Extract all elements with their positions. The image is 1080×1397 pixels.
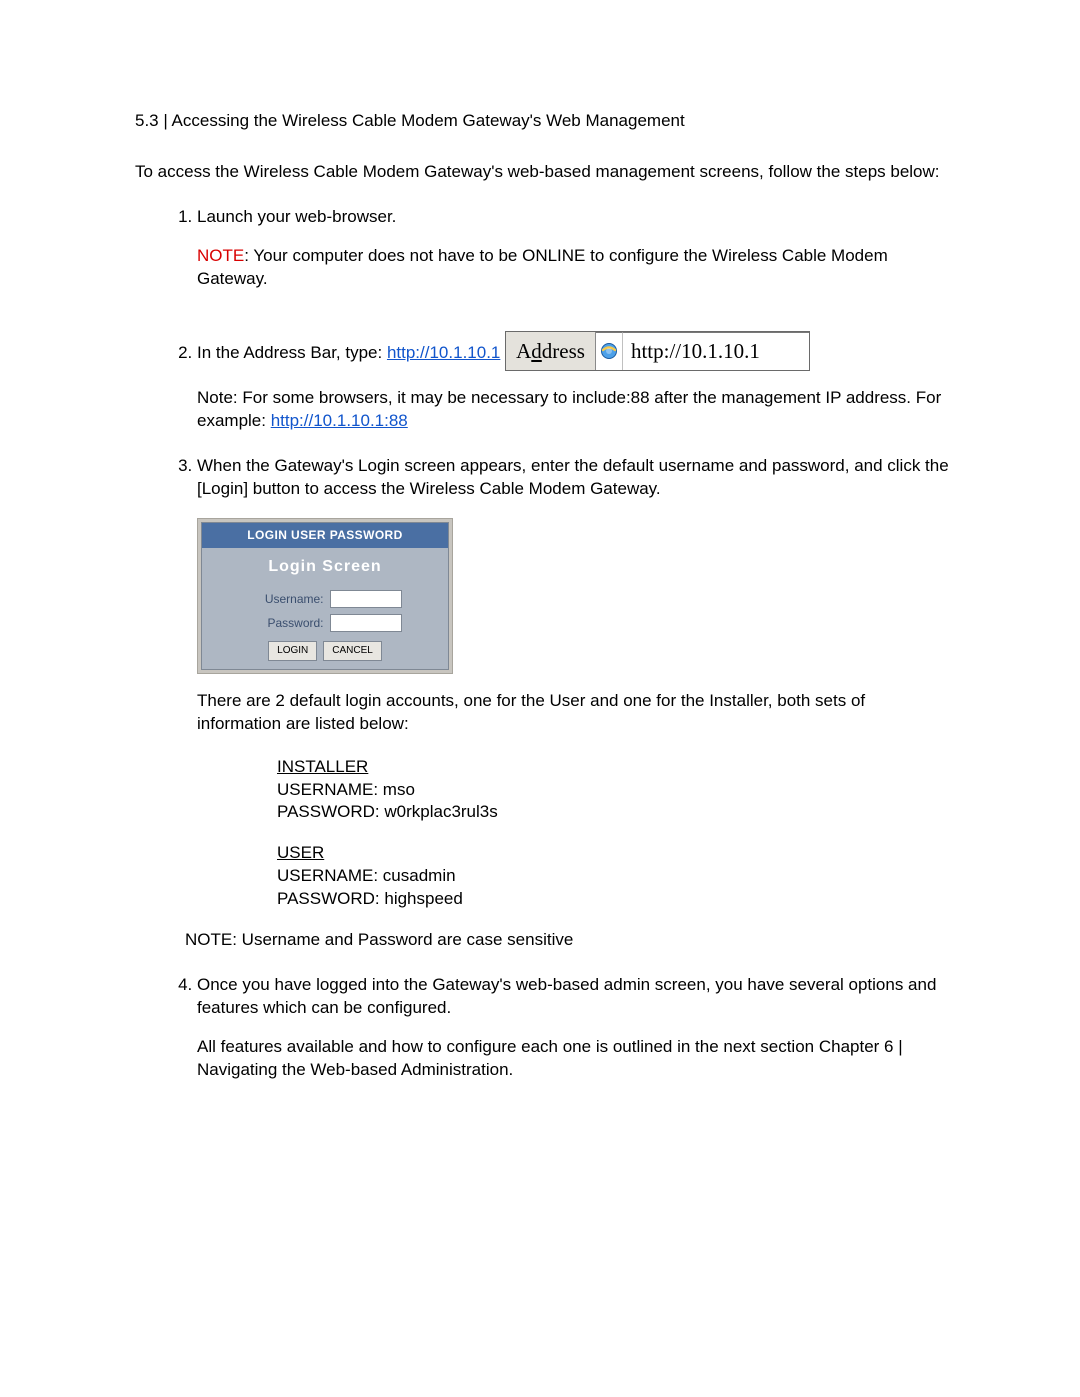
user-heading: USER [277, 842, 950, 865]
step-3-text: When the Gateway's Login screen appears,… [197, 456, 949, 498]
note-label: NOTE [197, 246, 244, 265]
step-1-text: Launch your web-browser. [197, 207, 396, 226]
intro-paragraph: To access the Wireless Cable Modem Gatew… [135, 161, 950, 184]
step-1: Launch your web-browser. NOTE: Your comp… [197, 206, 950, 291]
user-username: USERNAME: cusadmin [277, 865, 950, 888]
address-bar-url: http://10.1.10.1 [623, 332, 809, 370]
login-username-row: Username: [202, 587, 448, 611]
case-sensitive-note: NOTE: Username and Password are case sen… [185, 929, 950, 952]
cancel-button[interactable]: CANCEL [323, 641, 382, 661]
password-label: Password: [249, 615, 324, 631]
installer-password: PASSWORD: w0rkplac3rul3s [277, 801, 950, 824]
password-input[interactable] [330, 614, 402, 632]
step-2-lead: In the Address Bar, type: [197, 343, 387, 362]
login-password-row: Password: [202, 611, 448, 635]
step-3: When the Gateway's Login screen appears,… [197, 455, 950, 953]
step-4-text-1: Once you have logged into the Gateway's … [197, 975, 936, 1017]
address-bar-mock: Address http://10.1.10.1 [505, 331, 810, 371]
login-screen-mock: LOGIN USER PASSWORD Login Screen Usernam… [197, 518, 453, 673]
step-4-text-2: All features available and how to config… [197, 1036, 950, 1082]
installer-username: USERNAME: mso [277, 779, 950, 802]
note-text: : Your computer does not have to be ONLI… [197, 246, 888, 288]
step-2-note: Note: For some browsers, it may be neces… [197, 387, 950, 433]
credentials-block: INSTALLER USERNAME: mso PASSWORD: w0rkpl… [277, 756, 950, 912]
step-2-url-link[interactable]: http://10.1.10.1 [387, 343, 500, 362]
login-button[interactable]: LOGIN [268, 641, 317, 661]
ie-icon [596, 332, 623, 370]
username-input[interactable] [330, 590, 402, 608]
step-3-after-text: There are 2 default login accounts, one … [197, 690, 950, 736]
installer-heading: INSTALLER [277, 756, 950, 779]
addr-label-post: dress [542, 337, 585, 365]
user-credentials: USER USERNAME: cusadmin PASSWORD: highsp… [277, 842, 950, 911]
login-bar-title: LOGIN USER PASSWORD [202, 523, 448, 547]
step-4: Once you have logged into the Gateway's … [197, 974, 950, 1082]
installer-credentials: INSTALLER USERNAME: mso PASSWORD: w0rkpl… [277, 756, 950, 825]
section-heading: 5.3 | Accessing the Wireless Cable Modem… [135, 110, 950, 133]
steps-list: Launch your web-browser. NOTE: Your comp… [135, 206, 950, 1082]
addr-label-pre: A [516, 337, 531, 365]
step-2-note-url-link[interactable]: http://10.1.10.1:88 [271, 411, 408, 430]
user-password: PASSWORD: highspeed [277, 888, 950, 911]
addr-label-underline: d [531, 337, 542, 365]
step-1-note: NOTE: Your computer does not have to be … [197, 245, 950, 291]
login-title: Login Screen [202, 548, 448, 588]
step-2: In the Address Bar, type: http://10.1.10… [197, 313, 950, 433]
document-page: 5.3 | Accessing the Wireless Cable Modem… [0, 0, 1080, 1082]
address-bar-label: Address [506, 332, 596, 370]
username-label: Username: [249, 591, 324, 607]
